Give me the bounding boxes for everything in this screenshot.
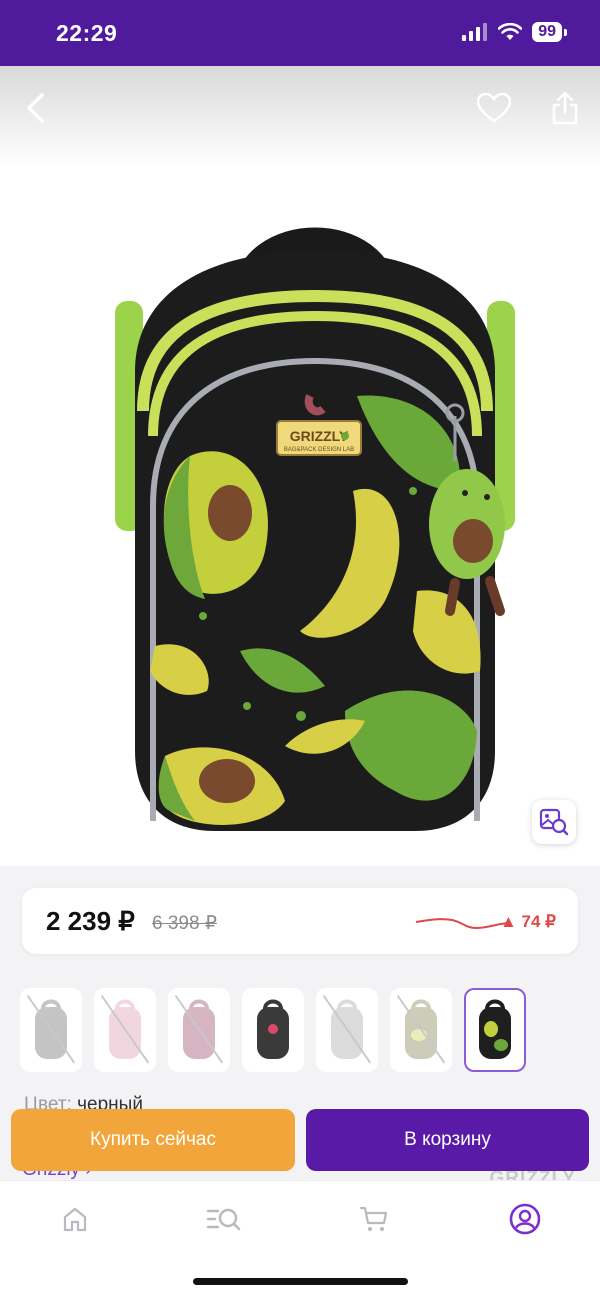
old-price: 6 398 ₽ [152,913,217,934]
home-icon [63,1207,87,1232]
battery-indicator: 99 [532,22,567,42]
signal-icon [462,23,488,41]
tab-profile[interactable] [505,1199,545,1239]
add-to-cart-button[interactable]: В корзину [306,1109,589,1171]
price-trend-icon [415,918,509,930]
cart-icon [359,1206,388,1231]
price-change: ▲ 74 ₽ [500,912,556,931]
tab-home[interactable] [55,1199,95,1239]
status-icons: 99 [462,22,567,42]
favorite-button[interactable] [472,86,516,130]
backpack-logo-subtext: BAG&PACK DESIGN LAB [284,447,354,453]
variant-thumb-2[interactable] [94,988,156,1072]
current-price: 2 239 ₽ [46,906,135,936]
variant-thumb-6[interactable] [390,988,452,1072]
variant-thumb-1[interactable] [20,988,82,1072]
backpack-logo-text: GRIZZLY [290,428,349,444]
image-search-button[interactable] [532,800,576,844]
tab-catalog[interactable] [204,1199,244,1239]
heart-icon [477,93,511,123]
profile-icon [509,1203,541,1235]
wifi-icon [498,23,523,40]
status-time: 22:29 [56,20,118,46]
tab-cart[interactable] [354,1199,394,1239]
status-bar: 22:29 99 [0,0,600,66]
product-page: 22:29 99 GRIZZLY BAG&PACK DESIGN LAB 2 2… [0,0,600,1297]
variant-thumb-3[interactable] [168,988,230,1072]
image-search-icon [539,808,569,836]
variant-thumb-7-selected[interactable] [464,988,526,1072]
color-variants [20,988,526,1072]
catalog-search-icon [206,1208,241,1231]
back-button[interactable] [14,86,58,130]
share-button[interactable] [543,86,587,130]
bottom-tab-bar [0,1180,600,1297]
share-icon [552,91,578,125]
price-card[interactable]: 2 239 ₽ 6 398 ₽ ▲ 74 ₽ [22,888,578,954]
buy-now-button[interactable]: Купить сейчас [11,1109,295,1171]
home-indicator [193,1278,408,1285]
backpack-image: GRIZZLY BAG&PACK DESIGN LAB [115,227,515,831]
product-photo[interactable]: GRIZZLY BAG&PACK DESIGN LAB [0,66,600,866]
back-arrow-icon [27,93,44,123]
variant-thumb-4[interactable] [242,988,304,1072]
variant-thumb-5[interactable] [316,988,378,1072]
